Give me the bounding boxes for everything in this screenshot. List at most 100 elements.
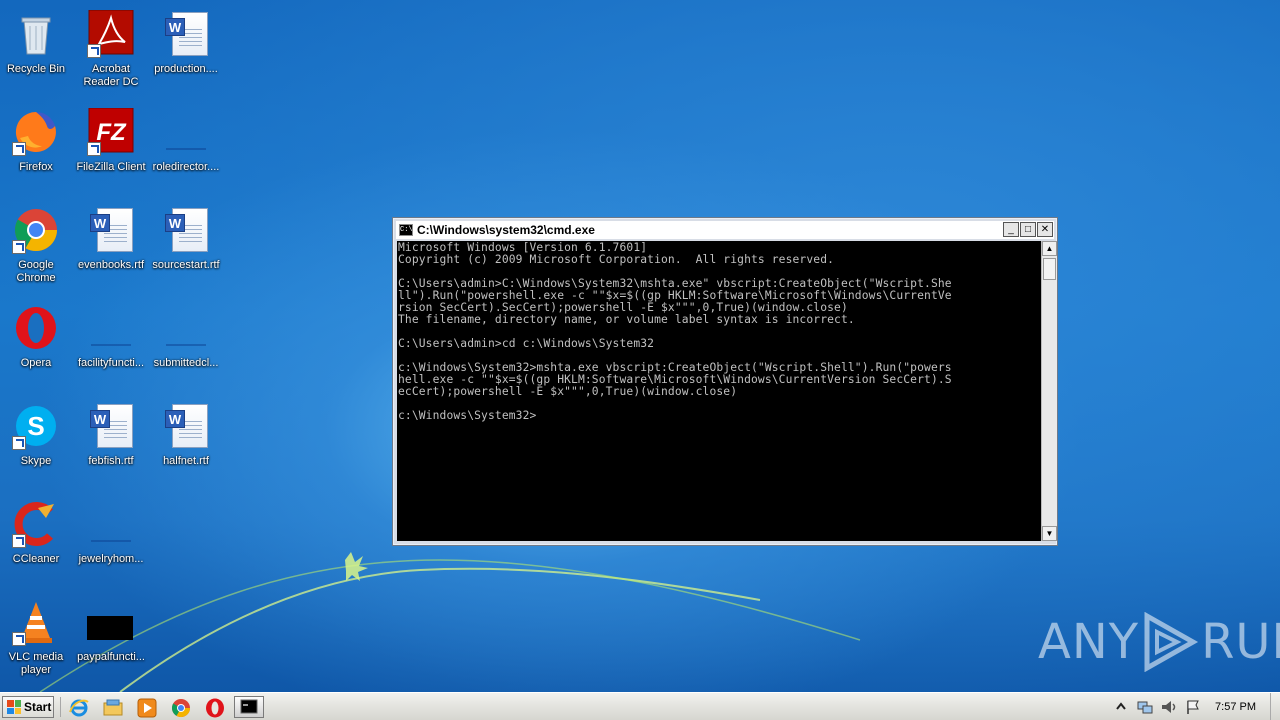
show-desktop-button[interactable]: [1270, 693, 1280, 720]
taskbar-separator: [60, 697, 61, 717]
shortcut-arrow-icon: [12, 142, 26, 156]
desktop: Recycle Bin Firefox Google Chrome Opera …: [0, 0, 1280, 692]
desktop-icon-vlc[interactable]: VLC media player: [0, 592, 74, 682]
scroll-down-button[interactable]: ▼: [1042, 526, 1057, 541]
skype-icon: S: [12, 402, 60, 450]
action-center-flag-icon[interactable]: [1183, 699, 1203, 715]
volume-icon[interactable]: [1159, 699, 1179, 715]
vlc-icon: [12, 598, 60, 646]
blank-file-icon: [162, 108, 210, 156]
minimize-button[interactable]: _: [1003, 222, 1019, 237]
watermark-text-left: ANY: [1038, 614, 1140, 670]
desktop-icon-production[interactable]: W production....: [148, 4, 224, 94]
desktop-icon-roledirector[interactable]: roledirector....: [148, 102, 224, 192]
desktop-icon-opera[interactable]: Opera: [0, 298, 74, 388]
desktop-icon-label: febfish.rtf: [88, 455, 134, 467]
desktop-icon-label: Skype: [20, 455, 52, 467]
desktop-icon-google-chrome[interactable]: Google Chrome: [0, 200, 74, 290]
anyrun-watermark: ANY RUN: [1038, 611, 1280, 673]
desktop-icon-label: roledirector....: [152, 161, 220, 173]
desktop-icon-label: Recycle Bin: [6, 63, 66, 75]
desktop-icon-firefox[interactable]: Firefox: [0, 102, 74, 192]
desktop-icon-label: jewelryhom...: [78, 553, 144, 565]
desktop-icon-halfnet[interactable]: W halfnet.rtf: [148, 396, 224, 486]
word-document-icon: W: [87, 206, 135, 254]
cmd-window-icon: C:\: [399, 224, 413, 236]
scroll-up-button[interactable]: ▲: [1042, 241, 1057, 256]
shortcut-arrow-icon: [12, 240, 26, 254]
play-logo-icon: [1141, 611, 1199, 673]
desktop-icon-febfish[interactable]: W febfish.rtf: [73, 396, 149, 486]
desktop-icon-label: submittedcl...: [153, 357, 219, 369]
network-icon[interactable]: [1135, 699, 1155, 715]
desktop-icon-recycle-bin[interactable]: Recycle Bin: [0, 4, 74, 94]
desktop-icon-label: FileZilla Client: [76, 161, 146, 173]
shortcut-arrow-icon: [87, 142, 101, 156]
cmd-window[interactable]: C:\ C:\Windows\system32\cmd.exe _ □ ✕ Mi…: [392, 217, 1058, 546]
watermark-text-right: RUN: [1201, 614, 1280, 670]
desktop-icon-label: paypalfuncti...: [77, 651, 145, 663]
blank-file-icon: [87, 304, 135, 352]
maximize-button[interactable]: □: [1020, 222, 1036, 237]
desktop-icon-acrobat-reader[interactable]: Acrobat Reader DC: [73, 4, 149, 94]
windows-explorer-icon[interactable]: [102, 697, 124, 719]
shortcut-arrow-icon: [12, 632, 26, 646]
cmd-window-title: C:\Windows\system32\cmd.exe: [417, 223, 595, 237]
desktop-icon-label: evenbooks.rtf: [77, 259, 145, 271]
console-output[interactable]: Microsoft Windows [Version 6.1.7601] Cop…: [397, 241, 1041, 541]
shortcut-arrow-icon: [12, 534, 26, 548]
recycle-bin-icon: [12, 10, 60, 58]
desktop-icon-jewelryhom[interactable]: jewelryhom...: [73, 494, 149, 584]
blank-file-icon: [162, 304, 210, 352]
black-file-icon: [87, 598, 135, 646]
ccleaner-icon: [12, 500, 60, 548]
start-button[interactable]: Start: [2, 696, 54, 718]
desktop-icon-submittedcl[interactable]: submittedcl...: [148, 298, 224, 388]
close-button[interactable]: ✕: [1037, 222, 1053, 237]
scroll-thumb[interactable]: [1043, 258, 1056, 280]
firefox-icon: [12, 108, 60, 156]
internet-explorer-icon[interactable]: [68, 697, 90, 719]
blank-file-icon: [87, 500, 135, 548]
cmd-icon: [240, 699, 258, 714]
opera-icon: [12, 304, 60, 352]
desktop-icon-label: halfnet.rtf: [163, 455, 209, 467]
vertical-scrollbar[interactable]: ▲ ▼: [1041, 241, 1057, 541]
desktop-icon-paypalfuncti[interactable]: paypalfuncti...: [73, 592, 149, 682]
shortcut-arrow-icon: [12, 436, 26, 450]
desktop-icon-sourcestart[interactable]: W sourcestart.rtf: [148, 200, 224, 290]
desktop-icon-ccleaner[interactable]: CCleaner: [0, 494, 74, 584]
media-player-icon[interactable]: [136, 697, 158, 719]
desktop-icon-label: Google Chrome: [16, 259, 56, 284]
windows-logo-icon: [7, 700, 21, 714]
filezilla-icon: FZ: [87, 107, 135, 156]
desktop-icon-evenbooks[interactable]: W evenbooks.rtf: [73, 200, 149, 290]
taskbar: Start 7:57 PM: [0, 692, 1280, 720]
cmd-titlebar[interactable]: C:\ C:\Windows\system32\cmd.exe _ □ ✕: [396, 221, 1054, 239]
acrobat-reader-icon: [87, 9, 135, 58]
svg-text:S: S: [27, 411, 44, 441]
window-controls: _ □ ✕: [1003, 222, 1053, 237]
chrome-icon[interactable]: [170, 697, 192, 719]
clock[interactable]: 7:57 PM: [1215, 701, 1256, 713]
word-document-icon: W: [162, 206, 210, 254]
desktop-icon-label: production....: [154, 63, 218, 75]
desktop-icon-label: facilityfuncti...: [77, 357, 145, 369]
shortcut-arrow-icon: [87, 44, 101, 58]
system-tray: 7:57 PM: [1111, 693, 1280, 720]
desktop-icon-filezilla[interactable]: FZ FileZilla Client: [73, 102, 149, 192]
desktop-icon-label: Opera: [20, 357, 52, 369]
desktop-icon-label: Firefox: [19, 161, 53, 173]
show-hidden-icons-icon[interactable]: [1111, 699, 1131, 715]
word-document-icon: W: [162, 402, 210, 450]
desktop-icon-label: CCleaner: [12, 553, 60, 565]
desktop-icon-label: sourcestart.rtf: [152, 259, 220, 271]
desktop-icon-skype[interactable]: S Skype: [0, 396, 74, 486]
desktop-icon-facilityfuncti[interactable]: facilityfuncti...: [73, 298, 149, 388]
console-text: Microsoft Windows [Version 6.1.7601] Cop…: [398, 241, 952, 422]
taskbar-cmd-button[interactable]: [234, 696, 264, 718]
word-document-icon: W: [87, 402, 135, 450]
opera-icon[interactable]: [204, 697, 226, 719]
desktop-icon-label: VLC media player: [8, 651, 64, 676]
desktop-icon-label: Acrobat Reader DC: [83, 63, 139, 88]
